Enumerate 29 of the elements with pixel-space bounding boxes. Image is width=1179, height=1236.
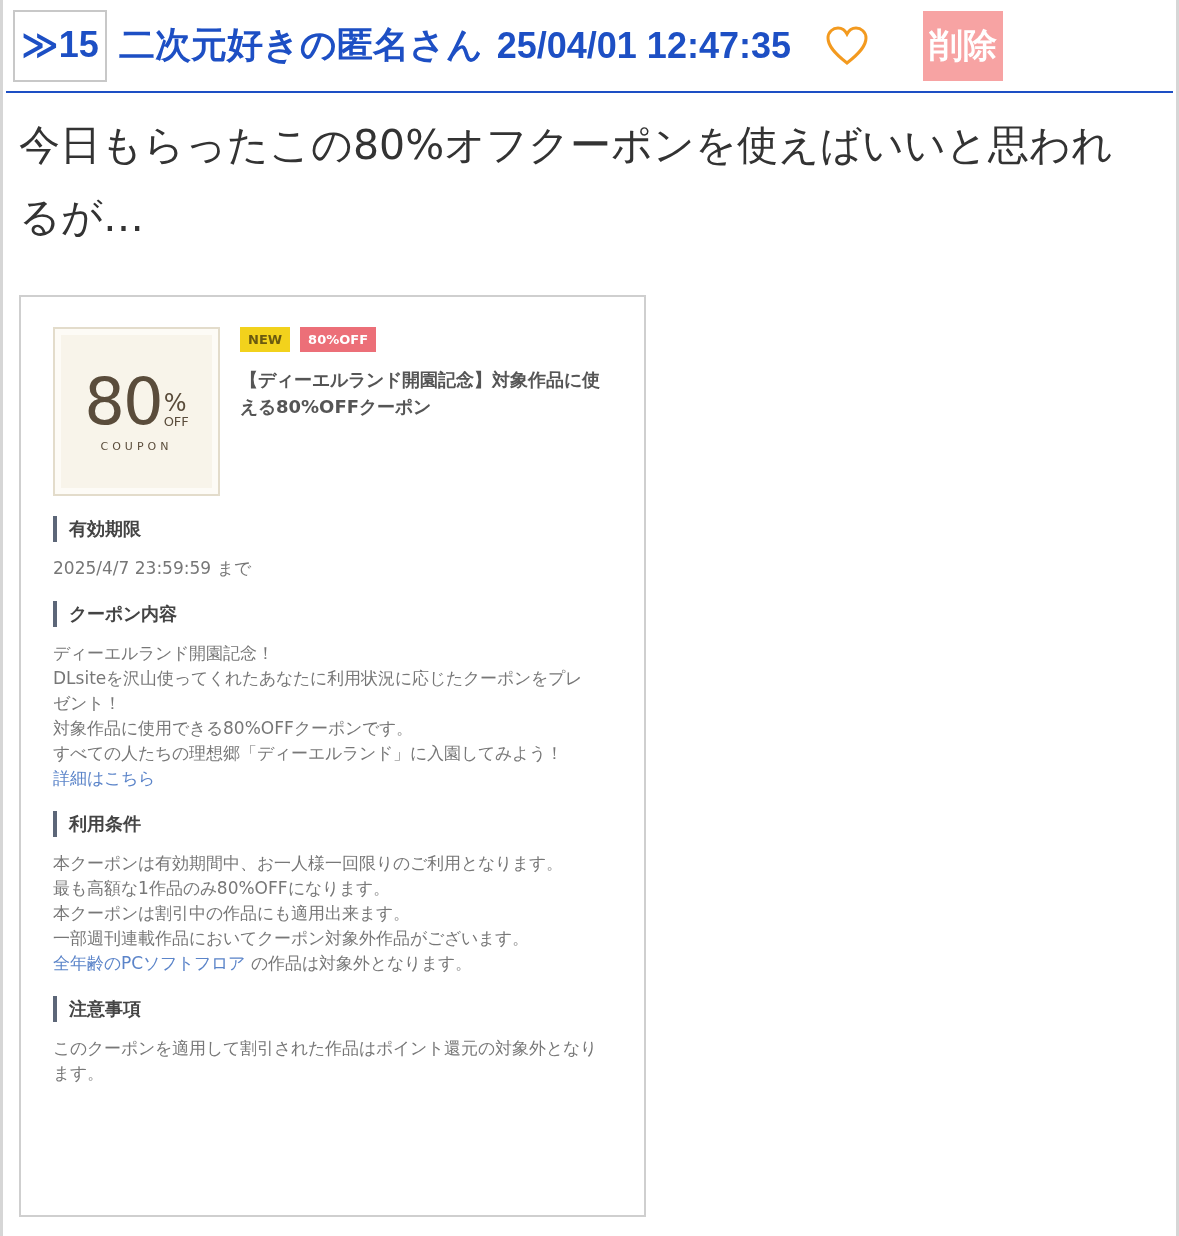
percent-sign: % <box>163 391 187 415</box>
body-text: 一部週刊連載作品においてクーポン対象外作品がございます。 <box>53 927 530 950</box>
post-text: 今日もらったこの80%オフクーポンを使えばいいと思われるが… <box>19 120 1115 243</box>
body-text: 最も高額な1作品のみ80%OFFになります。 <box>53 877 391 900</box>
body-text: DLsiteを沢山使ってくれたあなたに利用状況に応じたクーポンをプレゼント！ <box>53 667 584 715</box>
coupon-title: 【ディーエルランド開園記念】対象作品に使える80%OFFクーポン <box>240 368 601 419</box>
tag-badge: 80%OFF <box>300 327 377 352</box>
body-text: 全年齢のPCソフトフロア の作品は対象外となります。 <box>53 952 473 975</box>
details-link[interactable]: 詳細はこちら <box>53 768 155 788</box>
post-number-link[interactable]: ≫15 <box>13 9 107 82</box>
off-label: OFF <box>163 415 189 428</box>
section-heading: 有効期限 <box>53 516 598 542</box>
coupon-percent-number: 80 <box>84 370 162 434</box>
coupon-word: COUPON <box>100 440 173 453</box>
body-text: 本クーポンは有効期間中、お一人様一回限りのご利用となります。 <box>53 852 564 875</box>
body-text: 2025/4/7 23:59:59 まで <box>53 557 252 580</box>
section-heading: 利用条件 <box>53 811 598 837</box>
body-text: ディーエルランド開園記念！ <box>53 642 275 665</box>
section-heading: クーポン内容 <box>53 601 598 627</box>
body-text: このクーポンを適用して割引された作品はポイント還元の対象外となります。 <box>53 1037 598 1085</box>
body-text: すべての人たちの理想郷「ディーエルランド」に入園してみよう！ <box>53 742 564 765</box>
body-text: 本クーポンは割引中の作品にも適用出来ます。 <box>53 902 411 925</box>
tag-badge: NEW <box>240 327 291 352</box>
body-text: 対象作品に使用できる80%OFFクーポンです。 <box>53 717 414 740</box>
floor-link[interactable]: 全年齢のPCソフトフロア <box>53 953 246 973</box>
section-heading: 注意事項 <box>53 996 598 1022</box>
post-date: 25/04/01 12:47:35 <box>496 24 791 67</box>
heart-icon[interactable] <box>825 25 869 66</box>
author-name: 二次元好きの匿名さん <box>118 23 483 67</box>
